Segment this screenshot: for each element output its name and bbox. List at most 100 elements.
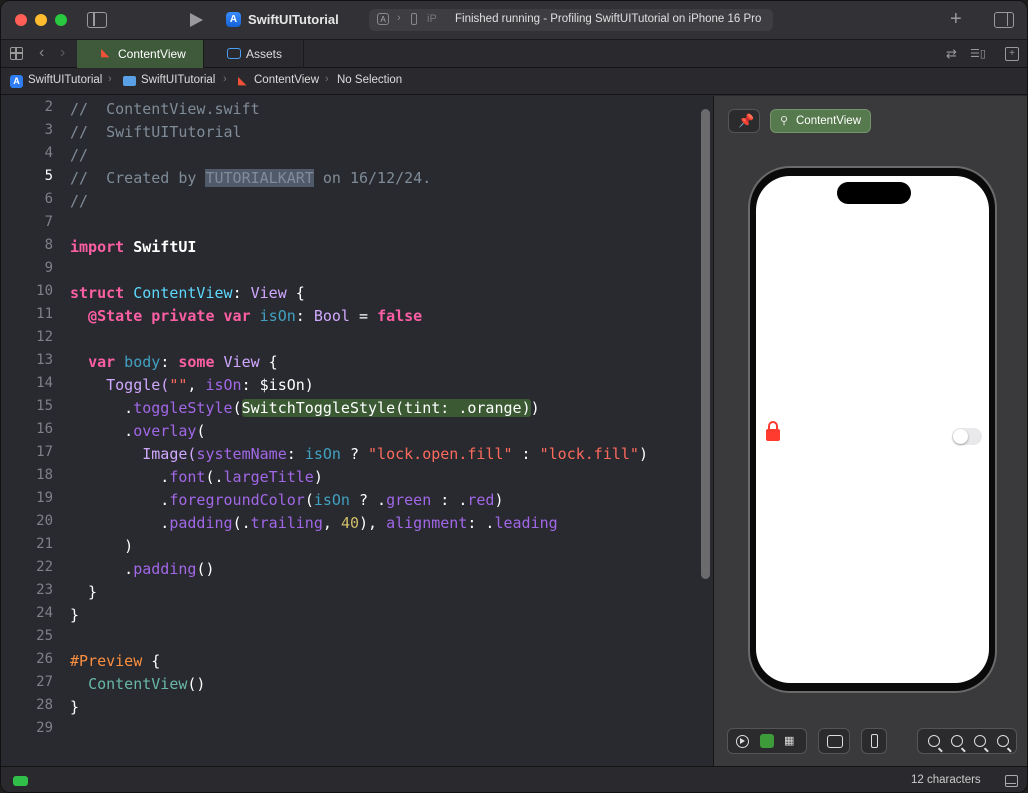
code-line-6[interactable]: // (70, 190, 88, 213)
code-token: largeTitle (223, 468, 314, 486)
breadcrumb-group[interactable]: SwiftUITutorial (141, 74, 215, 86)
code-token: : (512, 445, 540, 463)
code-line-19[interactable]: .foregroundColor(isOn ? .green : .red) (70, 489, 503, 512)
code-line-8[interactable]: import SwiftUI (70, 236, 196, 259)
code-line-14[interactable]: Toggle("", isOn: $isOn) (70, 374, 314, 397)
device-icon[interactable] (411, 13, 417, 25)
zoom-to-fit-icon[interactable] (974, 735, 986, 747)
code-line-24[interactable]: } (70, 604, 79, 627)
tab-contentview[interactable]: ◣ ContentView (77, 40, 204, 68)
breadcrumb-project[interactable]: SwiftUITutorial (28, 74, 102, 86)
line-number: 28 (36, 697, 53, 713)
code-line-15[interactable]: .toggleStyle(SwitchToggleStyle(tint: .or… (70, 397, 540, 420)
code-line-18[interactable]: .font(.largeTitle) (70, 466, 323, 489)
inspector-toggle-icon[interactable] (994, 12, 1014, 28)
code-token: . (70, 399, 134, 417)
destination-label[interactable]: iP (427, 13, 437, 25)
add-editor-icon[interactable]: + (1005, 47, 1019, 61)
zoom-actual-size-icon[interactable] (951, 735, 963, 747)
code-line-4[interactable]: // (70, 144, 88, 167)
pin-preview-button[interactable]: 📌 (728, 109, 760, 133)
code-line-10[interactable]: struct ContentView: View { (70, 282, 305, 305)
show-debug-area-icon[interactable] (1005, 775, 1018, 787)
code-line-13[interactable]: var body: some View { (70, 351, 278, 374)
source-editor[interactable]: 2 3 4 5 6 7 8 9 10 11 12 13 14 15 16 17 18 19 20 21 22 23 24 25… (1, 96, 700, 766)
code-token: ), (359, 514, 387, 532)
code-token: { (142, 652, 161, 670)
zoom-window-button[interactable] (55, 14, 67, 26)
navigator-toggle-icon[interactable] (87, 12, 107, 28)
line-number: 26 (36, 651, 53, 667)
grid-layout-icon[interactable]: ▦ (784, 734, 794, 747)
app-scheme-icon[interactable]: A (226, 12, 241, 27)
tab-assets[interactable]: Assets (204, 40, 304, 68)
code-line-22[interactable]: .padding() (70, 558, 215, 581)
code-line-20[interactable]: .padding(.trailing, 40), alignment: .lea… (70, 512, 557, 535)
device-settings-icon[interactable] (871, 734, 878, 748)
code-token: overlay (133, 422, 197, 440)
selectable-mode-icon[interactable] (760, 734, 774, 748)
breadcrumb-file[interactable]: ContentView (254, 74, 319, 86)
debug-area-toggle-icon[interactable] (13, 776, 28, 786)
code-token: #Preview (70, 652, 143, 670)
breadcrumb-selection[interactable]: No Selection (337, 74, 402, 86)
add-icon[interactable]: + (950, 9, 962, 29)
close-window-button[interactable] (15, 14, 27, 26)
code-token: green (386, 491, 432, 509)
code-line-26[interactable]: #Preview { (70, 650, 160, 673)
variants-toggle-icon[interactable] (827, 735, 843, 748)
live-preview-play-icon[interactable] (736, 735, 749, 748)
code-token: padding (169, 514, 233, 532)
iphone-frame (748, 166, 997, 693)
line-number: 20 (36, 513, 53, 529)
code-token: ? . (349, 491, 387, 509)
device-settings-control (861, 728, 887, 754)
code-token: // (70, 146, 89, 164)
code-token: () (196, 560, 215, 578)
code-token: trailing (250, 514, 323, 532)
toggle-switch[interactable] (952, 428, 982, 445)
tab-label: Assets (246, 47, 283, 61)
code-line-5[interactable]: // Created by TUTORIALKART on 16/12/24. (70, 167, 431, 190)
code-token: Image( (70, 445, 197, 463)
line-number: 12 (36, 329, 53, 345)
run-icon[interactable] (190, 13, 203, 27)
code-token: Bool (313, 307, 350, 325)
code-line-27[interactable]: ContentView() (70, 673, 205, 696)
scheme-title[interactable]: SwiftUITutorial (248, 12, 339, 27)
code-line-28[interactable]: } (70, 696, 79, 719)
code-line-16[interactable]: .overlay( (70, 420, 205, 443)
code-line-21[interactable]: ) (70, 535, 133, 558)
back-chevron-icon[interactable]: ‹ (39, 44, 44, 62)
code-line-2[interactable]: // ContentView.swift (70, 98, 260, 121)
code-line-23[interactable]: } (70, 581, 97, 604)
code-token: } (70, 606, 80, 624)
related-items-grid-icon[interactable] (10, 47, 23, 60)
code-token: ( (232, 399, 242, 417)
code-line-3[interactable]: // SwiftUITutorial (70, 121, 242, 144)
xcode-window: A SwiftUITutorial A › iP Finished runnin… (0, 0, 1028, 793)
code-token: isOn (304, 445, 341, 463)
zoom-in-icon[interactable] (997, 735, 1009, 747)
code-token: systemName (196, 445, 287, 463)
app-target-icon[interactable]: A (377, 13, 389, 25)
line-number: 9 (44, 260, 53, 276)
zoom-out-icon[interactable] (928, 735, 940, 747)
editor-scrollbar[interactable] (701, 109, 710, 579)
line-number: 14 (36, 375, 53, 391)
editor-options-icon[interactable]: ☰▯ (970, 47, 990, 60)
code-line-11[interactable]: @State private var isOn: Bool = false (70, 305, 422, 328)
forward-chevron-icon[interactable]: › (60, 44, 65, 62)
code-token: "lock.fill" (539, 445, 639, 463)
device-screen (756, 176, 989, 683)
minimize-window-button[interactable] (35, 14, 47, 26)
preview-selector-button[interactable]: ⚲ ContentView (770, 109, 871, 133)
line-number: 29 (36, 720, 53, 736)
line-number: 2 (44, 99, 53, 115)
code-token: // ContentView.swift (70, 100, 260, 118)
line-number: 25 (36, 628, 53, 644)
code-line-17[interactable]: Image(systemName: isOn ? "lock.open.fill… (70, 443, 648, 466)
swap-arrows-icon[interactable]: ⇄ (946, 46, 957, 62)
code-token: struct (70, 284, 125, 302)
